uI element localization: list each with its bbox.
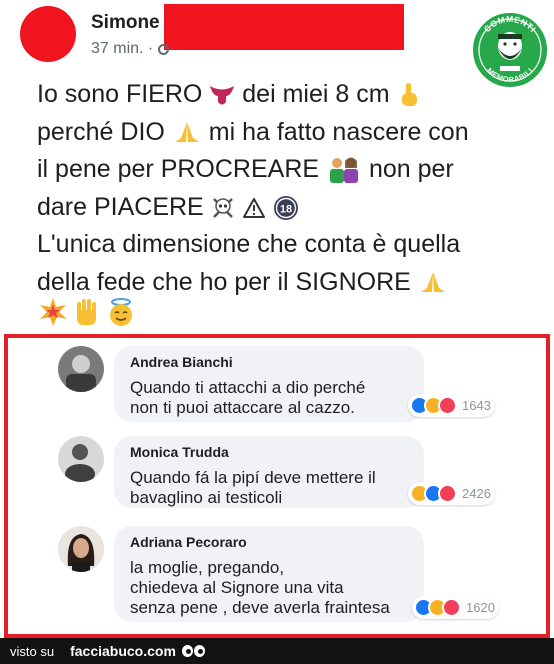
globe-icon xyxy=(158,43,170,55)
skull-crossbones-emoji xyxy=(212,198,233,218)
couple-emoji xyxy=(330,157,359,184)
no-under-18-emoji: 18 xyxy=(273,195,298,220)
reaction-count: 1620 xyxy=(466,600,495,615)
comments-frame: Andrea Bianchi Quando ti attacchi a dio … xyxy=(4,334,550,638)
redaction-bar xyxy=(164,4,404,50)
comment-bubble: Andrea Bianchi Quando ti attacchi a dio … xyxy=(114,346,424,422)
raised-hand-emoji xyxy=(77,299,96,325)
footer-site-link[interactable]: facciabuco.com xyxy=(70,643,176,659)
tongue-emoji xyxy=(210,86,235,105)
post-line: perché DIO xyxy=(37,117,165,146)
timestamp-text: 37 min. · xyxy=(91,40,154,57)
author-avatar[interactable] xyxy=(20,6,76,62)
watermark-footer: visto su facciabuco.com xyxy=(0,638,554,664)
comment-author[interactable]: Adriana Pecoraro xyxy=(130,534,412,550)
post-line: dare PIACERE xyxy=(37,192,204,221)
love-reaction-icon xyxy=(442,598,461,617)
post-line: mi ha fatto nascere con xyxy=(208,117,469,146)
warning-emoji xyxy=(242,197,265,218)
commenter-avatar[interactable] xyxy=(58,346,104,392)
post-timestamp[interactable]: 37 min. · xyxy=(91,40,170,58)
commenter-avatar[interactable] xyxy=(58,436,104,482)
praying-hands-emoji xyxy=(420,271,445,292)
author-name[interactable]: Simone xyxy=(91,12,160,34)
reaction-summary[interactable]: 2426 xyxy=(408,482,495,505)
comment-bubble: Monica Trudda Quando fá la pipí deve met… xyxy=(114,436,424,508)
commenter-avatar[interactable] xyxy=(58,526,104,572)
post-line: della fede che ho per il SIGNORE xyxy=(37,267,411,296)
collision-emoji xyxy=(40,298,67,326)
love-reaction-icon xyxy=(438,396,457,415)
reaction-count: 1643 xyxy=(462,398,491,413)
comment-author[interactable]: Andrea Bianchi xyxy=(130,354,412,370)
post-line: Io sono FIERO xyxy=(37,80,203,108)
praying-hands-emoji xyxy=(174,121,199,142)
emoji-row xyxy=(38,297,136,327)
comment-text: Quando fá la pipí deve mettere il bavagl… xyxy=(130,468,376,507)
post-line: dei miei 8 cm xyxy=(242,80,390,108)
badge-18-text: 18 xyxy=(279,203,291,215)
comment-author[interactable]: Monica Trudda xyxy=(130,444,412,460)
comment-text: la moglie, pregando, chiedeva al Signore… xyxy=(130,558,390,617)
smiling-halo-emoji xyxy=(110,298,132,326)
post-line: il pene per PROCREARE xyxy=(37,155,320,183)
post-line: L'unica dimensione che conta è quella xyxy=(37,230,461,258)
pointing-up-emoji xyxy=(402,83,418,107)
comment-text: Quando ti attacchi a dio perché non ti p… xyxy=(130,378,366,417)
comment-bubble: Adriana Pecoraro la moglie, pregando, ch… xyxy=(114,526,424,622)
footer-prefix: visto su xyxy=(10,643,55,659)
reaction-count: 2426 xyxy=(462,486,491,501)
facebook-post: Simone 37 min. · COMMENTI MEMORABILI Io … xyxy=(0,0,554,334)
reaction-summary[interactable]: 1643 xyxy=(408,394,495,417)
love-reaction-icon xyxy=(438,484,457,503)
eyes-icon xyxy=(181,645,205,657)
post-body: Io sono FIERO dei miei 8 cm perché DIO m… xyxy=(37,76,537,301)
reaction-summary[interactable]: 1620 xyxy=(412,596,499,619)
post-line: non per xyxy=(368,155,454,183)
